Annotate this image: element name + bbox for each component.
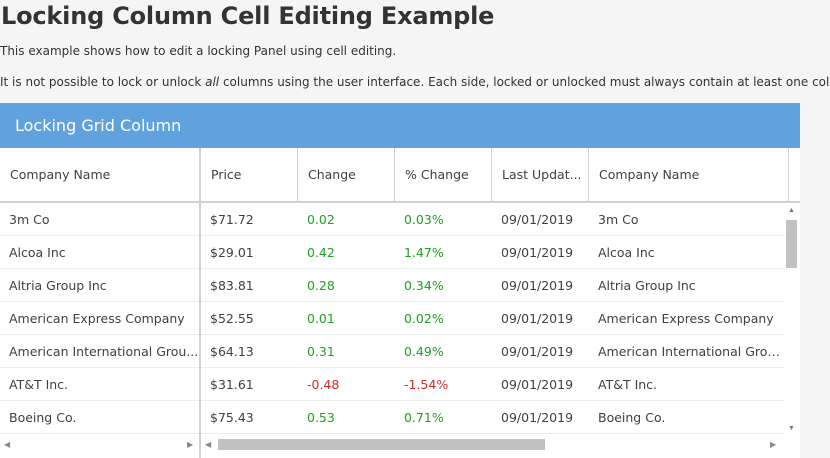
locking-grid: Locking Grid Column Company Name Price C… <box>0 103 800 458</box>
cell-company[interactable]: Boeing Co. <box>0 401 199 434</box>
vertical-scrollbar[interactable]: ▲ ▼ <box>785 203 798 437</box>
cell-last-updated[interactable]: 09/01/2019 <box>492 203 589 236</box>
scroll-right-arrow-icon[interactable]: ▶ <box>770 437 776 453</box>
cell-price[interactable]: $75.43 <box>201 401 298 434</box>
note-emphasis: all <box>205 75 220 89</box>
column-header-price[interactable]: Price <box>201 148 298 201</box>
cell-change[interactable]: 0.01 <box>298 302 395 335</box>
vertical-scroll-thumb[interactable] <box>786 220 797 268</box>
cell-last-updated[interactable]: 09/01/2019 <box>492 269 589 302</box>
grid-body: 3m Co $71.72 0.02 0.03% 09/01/2019 3m Co Alcoa… <box>0 203 785 437</box>
cell-price[interactable]: $64.13 <box>201 335 298 368</box>
cell-pct-change[interactable]: 0.34% <box>395 269 492 302</box>
cell-company[interactable]: AT&T Inc. <box>0 368 199 401</box>
cell-company-2[interactable]: Boeing Co. <box>589 401 785 434</box>
cell-company-2[interactable]: American International Grou... <box>589 335 785 368</box>
grid-title: Locking Grid Column <box>0 103 800 148</box>
cell-pct-change[interactable]: 0.03% <box>395 203 492 236</box>
locked-horizontal-scrollbar[interactable]: ◀ ▶ <box>0 434 199 458</box>
column-header-row: Company Name Price Change % Change Last … <box>0 148 800 203</box>
column-header-company[interactable]: Company Name <box>0 148 199 201</box>
table-row[interactable]: 3m Co $71.72 0.02 0.03% 09/01/2019 3m Co <box>0 203 785 236</box>
cell-company[interactable]: American Express Company <box>0 302 199 335</box>
description-note: It is not possible to lock or unlock all… <box>0 75 830 89</box>
cell-last-updated[interactable]: 09/01/2019 <box>492 302 589 335</box>
cell-last-updated[interactable]: 09/01/2019 <box>492 335 589 368</box>
table-row[interactable]: Boeing Co. $75.43 0.53 0.71% 09/01/2019 Boein… <box>0 401 785 434</box>
cell-company[interactable]: American International Grou... <box>0 335 199 368</box>
cell-company-2[interactable]: American Express Company <box>589 302 785 335</box>
cell-last-updated[interactable]: 09/01/2019 <box>492 401 589 434</box>
locked-column-divider[interactable] <box>199 148 201 458</box>
cell-last-updated[interactable]: 09/01/2019 <box>492 236 589 269</box>
column-header-pct-change[interactable]: % Change <box>395 148 492 201</box>
table-row[interactable]: Alcoa Inc $29.01 0.42 1.47% 09/01/2019 Alcoa … <box>0 236 785 269</box>
page-title: Locking Column Cell Editing Example <box>1 2 495 30</box>
cell-pct-change[interactable]: 0.02% <box>395 302 492 335</box>
cell-last-updated[interactable]: 09/01/2019 <box>492 368 589 401</box>
cell-pct-change[interactable]: 0.49% <box>395 335 492 368</box>
cell-price[interactable]: $29.01 <box>201 236 298 269</box>
cell-pct-change[interactable]: 1.47% <box>395 236 492 269</box>
cell-change[interactable]: 0.31 <box>298 335 395 368</box>
cell-company-2[interactable]: AT&T Inc. <box>589 368 785 401</box>
note-after: columns using the user interface. Each s… <box>219 75 830 89</box>
cell-company[interactable]: 3m Co <box>0 203 199 236</box>
horizontal-scroll-thumb[interactable] <box>218 439 545 450</box>
cell-price[interactable]: $31.61 <box>201 368 298 401</box>
scroll-left-arrow-icon[interactable]: ◀ <box>4 437 10 453</box>
scroll-down-arrow-icon[interactable]: ▼ <box>785 423 798 435</box>
cell-company-2[interactable]: Altria Group Inc <box>589 269 785 302</box>
cell-change[interactable]: 0.53 <box>298 401 395 434</box>
scroll-up-arrow-icon[interactable]: ▲ <box>785 205 798 217</box>
cell-price[interactable]: $71.72 <box>201 203 298 236</box>
table-row[interactable]: American Express Company $52.55 0.01 0.02% 0… <box>0 302 785 335</box>
scroll-left-arrow-icon[interactable]: ◀ <box>205 437 211 453</box>
cell-company-2[interactable]: Alcoa Inc <box>589 236 785 269</box>
cell-price[interactable]: $83.81 <box>201 269 298 302</box>
description-text: This example shows how to edit a locking… <box>0 44 397 58</box>
table-row[interactable]: American International Grou... $64.13 0.31… <box>0 335 785 368</box>
column-header-last-updated[interactable]: Last Updat... <box>492 148 589 201</box>
cell-change[interactable]: 0.42 <box>298 236 395 269</box>
cell-company-2[interactable]: 3m Co <box>589 203 785 236</box>
unlocked-horizontal-scrollbar[interactable]: ◀ ▶ <box>201 434 785 458</box>
column-header-change[interactable]: Change <box>298 148 395 201</box>
column-header-company-2[interactable]: Company Name <box>589 148 789 201</box>
table-row[interactable]: AT&T Inc. $31.61 -0.48 -1.54% 09/01/2019 AT&T… <box>0 368 785 401</box>
cell-company[interactable]: Altria Group Inc <box>0 269 199 302</box>
scroll-right-arrow-icon[interactable]: ▶ <box>187 437 193 453</box>
cell-company[interactable]: Alcoa Inc <box>0 236 199 269</box>
cell-change[interactable]: 0.28 <box>298 269 395 302</box>
table-row[interactable]: Altria Group Inc $83.81 0.28 0.34% 09/01/201… <box>0 269 785 302</box>
cell-pct-change[interactable]: -1.54% <box>395 368 492 401</box>
cell-pct-change[interactable]: 0.71% <box>395 401 492 434</box>
cell-price[interactable]: $52.55 <box>201 302 298 335</box>
note-before: It is not possible to lock or unlock <box>0 75 206 89</box>
cell-change[interactable]: 0.02 <box>298 203 395 236</box>
cell-change[interactable]: -0.48 <box>298 368 395 401</box>
